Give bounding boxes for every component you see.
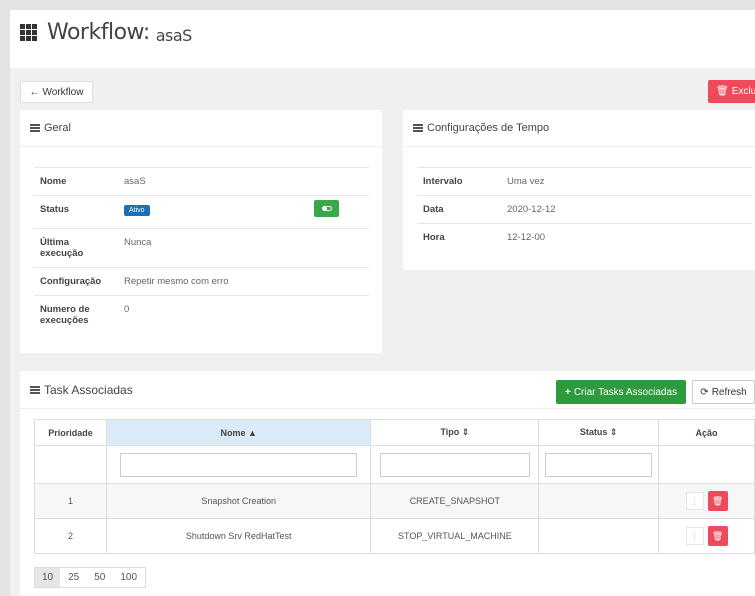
column-header-type[interactable]: Tipo ⇕	[370, 419, 540, 446]
filter-row	[34, 445, 755, 484]
trash-icon: 🗑	[716, 86, 729, 97]
table-header-row: Prioridade Nome ▲ Tipo ⇕ Status ⇕ Ação	[34, 419, 755, 446]
row-key: Intervalo	[417, 167, 501, 196]
back-label: Workflow	[42, 86, 84, 98]
tasks-table: Prioridade Nome ▲ Tipo ⇕ Status ⇕ Ação 1…	[34, 419, 755, 554]
arrow-left-icon: ←	[29, 86, 40, 98]
toggle-icon	[321, 206, 332, 211]
table-row: 1 Snapshot Creation CREATE_SNAPSHOT ⋮ 🗑	[34, 483, 755, 519]
status-badge: Ativo	[124, 205, 150, 216]
refresh-icon: ⟳	[700, 386, 709, 398]
delete-label: Exclui	[731, 86, 755, 97]
row-value: Nunca	[118, 228, 369, 268]
time-config-header: Configurações de Tempo	[403, 110, 755, 147]
page-title: Workflow: asaS	[20, 20, 192, 45]
general-row: Numero de execuções 0	[34, 295, 369, 334]
row-key: Configuração	[34, 267, 118, 296]
time-config-title: Configurações de Tempo	[427, 122, 550, 134]
name-filter-input[interactable]	[120, 452, 358, 477]
general-panel-header: Geral	[20, 110, 382, 147]
cell-status	[538, 518, 660, 554]
row-value: 2020-12-12	[501, 195, 752, 224]
row-value: asaS	[118, 167, 369, 196]
type-filter-input[interactable]	[379, 452, 530, 477]
row-key: Data	[417, 195, 501, 224]
grid-icon	[20, 24, 37, 41]
page-size-option[interactable]: 10	[35, 568, 62, 587]
row-value: Uma vez	[501, 167, 752, 196]
cell-status	[538, 483, 660, 519]
workflow-name: asaS	[155, 26, 193, 45]
refresh-label: Refresh	[711, 386, 747, 398]
general-row: Configuração Repetir mesmo com erro	[34, 267, 369, 296]
row-value: 12-12-00	[501, 223, 752, 251]
row-value: 0	[118, 295, 369, 334]
cell-type: CREATE_SNAPSHOT	[370, 483, 540, 519]
title-text: Workflow:	[47, 20, 150, 45]
cell-type: STOP_VIRTUAL_MACHINE	[370, 518, 540, 554]
delete-row-icon[interactable]: 🗑	[707, 491, 728, 511]
page-size-option[interactable]: 50	[87, 568, 114, 587]
list-icon	[30, 385, 40, 394]
cell-name: Shutdown Srv RedHatTest	[105, 518, 372, 554]
list-icon	[413, 124, 423, 132]
create-tasks-button[interactable]: + Criar Tasks Associadas	[556, 380, 686, 404]
cell-priority: 2	[34, 518, 107, 554]
column-header-priority[interactable]: Prioridade	[34, 419, 107, 446]
table-row: 2 Shutdown Srv RedHatTest STOP_VIRTUAL_M…	[34, 518, 755, 554]
time-row: Data 2020-12-12	[417, 195, 752, 224]
back-to-workflow-button[interactable]: ← Workflow	[20, 81, 93, 103]
status-filter-input[interactable]	[545, 452, 653, 477]
window-frame-left	[0, 0, 10, 596]
delete-row-icon[interactable]: 🗑	[707, 526, 728, 546]
page-size-selector: 10 25 50 100	[34, 567, 147, 588]
create-label: Criar Tasks Associadas	[573, 386, 678, 398]
general-title: Geral	[44, 122, 71, 134]
more-options-icon[interactable]: ⋮	[685, 527, 704, 545]
time-config-table: Intervalo Uma vez Data 2020-12-12 Hora 1…	[417, 167, 752, 251]
column-header-status[interactable]: Status ⇕	[538, 419, 660, 446]
general-row: Nome asaS	[34, 167, 369, 196]
tasks-title: Task Associadas	[44, 382, 133, 397]
general-row: Última execução Nunca	[34, 228, 369, 268]
window-frame-top	[0, 0, 755, 10]
time-row: Intervalo Uma vez	[417, 167, 752, 196]
cell-priority: 1	[34, 483, 107, 519]
time-row: Hora 12-12-00	[417, 223, 752, 251]
row-value: Repetir mesmo com erro	[118, 267, 369, 296]
page-size-option[interactable]: 25	[61, 568, 88, 587]
row-key: Status	[34, 195, 118, 229]
row-key: Nome	[34, 167, 118, 196]
cell-name: Snapshot Creation	[105, 483, 372, 519]
row-key: Numero de execuções	[34, 295, 118, 334]
column-header-name[interactable]: Nome ▲	[105, 419, 372, 446]
plus-icon: +	[564, 386, 571, 398]
delete-button[interactable]: 🗑 Exclui	[708, 80, 755, 103]
column-header-action: Ação	[658, 419, 755, 446]
more-options-icon[interactable]: ⋮	[685, 492, 704, 510]
page-size-option[interactable]: 100	[113, 568, 146, 587]
general-table: Nome asaS Status Ativo Última execução N…	[34, 167, 369, 334]
row-key: Hora	[417, 223, 501, 251]
refresh-button[interactable]: ⟳ Refresh	[692, 380, 755, 404]
list-icon	[30, 124, 40, 132]
toggle-status-button[interactable]	[314, 200, 339, 217]
row-key: Última execução	[34, 228, 118, 268]
